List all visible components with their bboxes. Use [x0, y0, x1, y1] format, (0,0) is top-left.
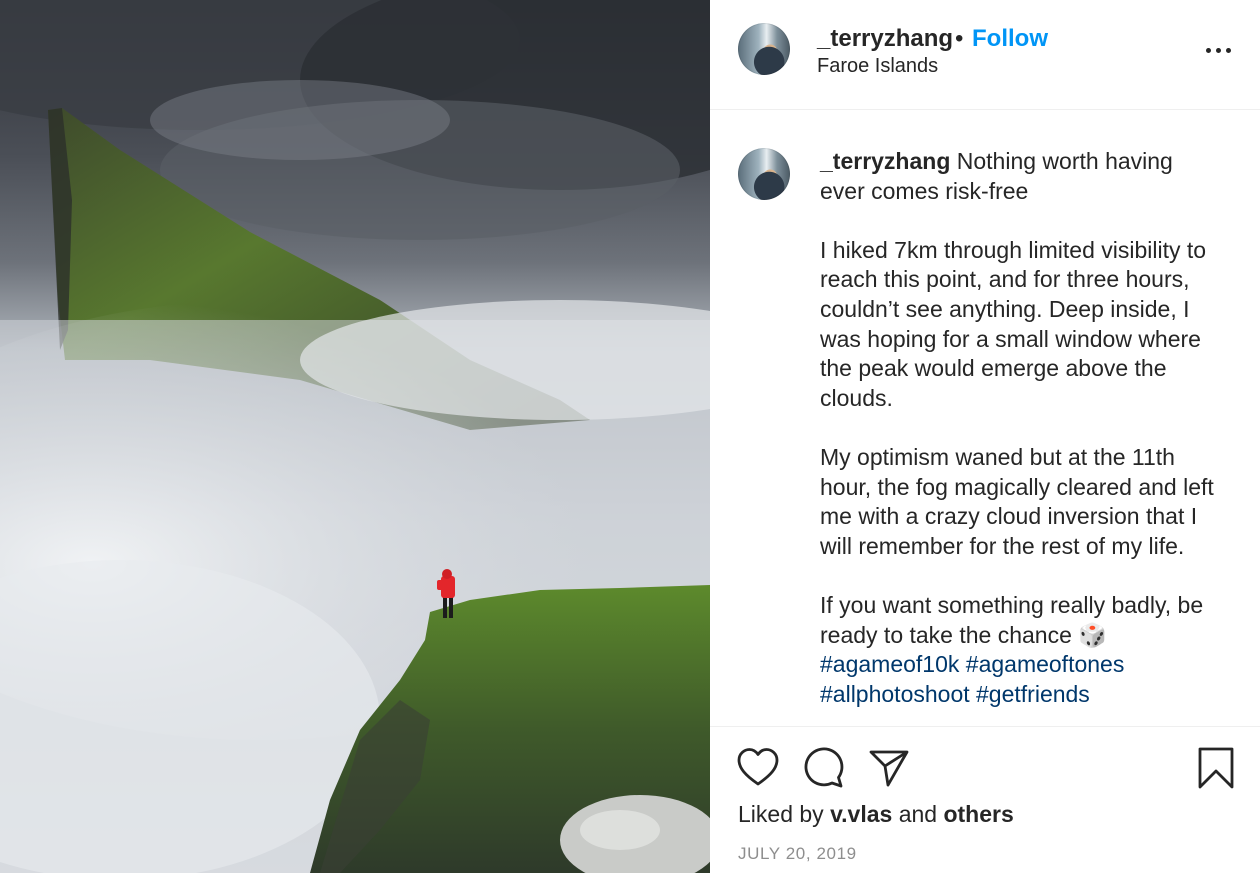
author-username-link[interactable]: _terryzhang	[817, 25, 953, 53]
post-panel: _terryzhang • Follow Faroe Islands _terr…	[710, 0, 1260, 873]
caption-avatar[interactable]	[738, 148, 790, 200]
post-date[interactable]: JULY 20, 2019	[738, 844, 857, 864]
caption-paragraph: My optimism waned but at the 11th hour, …	[820, 443, 1214, 559]
author-avatar[interactable]	[738, 23, 790, 75]
hashtag-link[interactable]: #allphotoshoot #getfriends	[820, 680, 1220, 710]
comment-icon[interactable]	[802, 747, 844, 789]
likes-joiner: and	[898, 801, 938, 827]
comments-area[interactable]: _terryzhang Nothing worth having ever co…	[710, 110, 1260, 726]
liker-username-link[interactable]: v.vlas	[830, 801, 892, 827]
caption-username-link[interactable]: _terryzhang	[820, 148, 950, 174]
separator-dot: •	[955, 25, 964, 52]
caption-paragraph: If you want something really badly, be r…	[820, 591, 1204, 648]
bookmark-icon[interactable]	[1197, 747, 1235, 789]
post-header: _terryzhang • Follow Faroe Islands	[710, 0, 1260, 110]
likes-summary: Liked by v.vlas and others	[738, 801, 1014, 828]
likes-others-link[interactable]: others	[943, 801, 1013, 827]
follow-button[interactable]: Follow	[972, 25, 1048, 53]
caption-text: _terryzhang Nothing worth having ever co…	[820, 147, 1220, 709]
caption-paragraph: I hiked 7km through limited visibility t…	[820, 236, 1207, 411]
location-link[interactable]: Faroe Islands	[817, 55, 938, 78]
likes-prefix: Liked by	[738, 801, 824, 827]
hashtag-link[interactable]: #agameof10k #agameoftones	[820, 650, 1220, 680]
share-icon[interactable]	[868, 748, 910, 788]
more-options-icon[interactable]	[1204, 38, 1234, 62]
photo-landscape	[0, 0, 710, 873]
heart-icon[interactable]	[737, 747, 779, 787]
post-photo[interactable]	[0, 0, 710, 873]
action-bar: Liked by v.vlas and others JULY 20, 2019	[710, 726, 1260, 874]
